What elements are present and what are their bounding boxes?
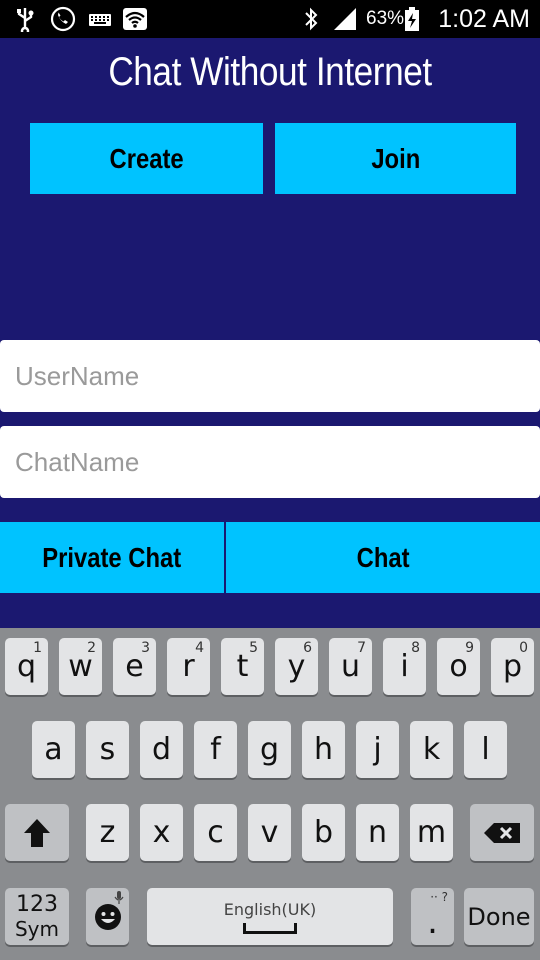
key-w[interactable]: w2 — [59, 638, 102, 695]
key-c[interactable]: c — [194, 804, 237, 861]
key-label: c — [207, 815, 224, 850]
key-label: z — [99, 815, 116, 850]
key-sub-label: ·· ? — [430, 890, 448, 904]
space-key[interactable]: English(UK) — [147, 888, 393, 945]
key-label: . — [427, 901, 438, 942]
key-p[interactable]: p0 — [491, 638, 534, 695]
wifi-icon — [123, 8, 147, 30]
key-label: s — [99, 732, 116, 767]
battery-charging-icon — [405, 7, 419, 31]
symbols-key[interactable]: 123 Sym — [5, 888, 69, 945]
space-icon — [243, 922, 297, 934]
join-button[interactable]: Join — [275, 123, 516, 194]
key-m[interactable]: m — [410, 804, 453, 861]
symbols-key-top: 123 — [16, 891, 58, 917]
key-sub-label: 5 — [249, 640, 258, 656]
private-chat-button-label: Private Chat — [42, 541, 182, 573]
key-k[interactable]: k — [410, 721, 453, 778]
key-label: l — [481, 732, 490, 767]
create-button[interactable]: Create — [30, 123, 263, 194]
key-label: i — [400, 649, 409, 684]
signal-icon — [334, 8, 356, 30]
key-o[interactable]: o9 — [437, 638, 480, 695]
key-label: j — [373, 732, 382, 767]
join-button-label: Join — [371, 142, 420, 174]
key-v[interactable]: v — [248, 804, 291, 861]
period-key[interactable]: . ·· ? — [411, 888, 454, 945]
key-i[interactable]: i8 — [383, 638, 426, 695]
key-y[interactable]: y6 — [275, 638, 318, 695]
key-label: b — [313, 815, 334, 850]
key-b[interactable]: b — [302, 804, 345, 861]
key-sub-label: 2 — [87, 640, 96, 656]
done-key[interactable]: Done — [464, 888, 534, 945]
key-t[interactable]: t5 — [221, 638, 264, 695]
backspace-key[interactable] — [470, 804, 534, 861]
app-title: Chat Without Internet — [108, 50, 432, 94]
key-sub-label: 0 — [519, 640, 528, 656]
key-s[interactable]: s — [86, 721, 129, 778]
key-sub-label: 8 — [411, 640, 420, 656]
key-label: v — [260, 815, 279, 850]
microphone-icon — [114, 891, 124, 904]
key-label: d — [151, 732, 172, 767]
done-key-label: Done — [467, 902, 531, 931]
key-f[interactable]: f — [194, 721, 237, 778]
key-label: t — [236, 649, 249, 684]
private-chat-button[interactable]: Private Chat — [0, 522, 224, 593]
username-input[interactable] — [0, 340, 540, 412]
status-bar: 63% 1:02 AM — [0, 0, 540, 38]
key-label: x — [152, 815, 171, 850]
key-label: k — [422, 732, 441, 767]
key-sub-label: 9 — [465, 640, 474, 656]
space-key-label: English(UK) — [223, 899, 317, 919]
key-x[interactable]: x — [140, 804, 183, 861]
keyboard-icon — [89, 14, 111, 26]
key-u[interactable]: u7 — [329, 638, 372, 695]
battery-percentage: 63% — [366, 8, 405, 29]
call-icon — [50, 6, 76, 32]
key-sub-label: 3 — [141, 640, 150, 656]
key-n[interactable]: n — [356, 804, 399, 861]
bluetooth-icon — [305, 7, 318, 31]
emoji-key[interactable] — [86, 888, 129, 945]
key-j[interactable]: j — [356, 721, 399, 778]
create-button-label: Create — [109, 142, 184, 174]
clock: 1:02 AM — [438, 5, 530, 33]
emoji-icon — [94, 903, 121, 930]
key-l[interactable]: l — [464, 721, 507, 778]
key-label: f — [210, 732, 221, 767]
chat-button-label: Chat — [356, 541, 410, 573]
usb-icon — [17, 8, 34, 32]
key-sub-label: 4 — [195, 640, 204, 656]
key-sub-label: 7 — [357, 640, 366, 656]
key-label: r — [182, 649, 195, 684]
screen: 63% 1:02 AM Chat Without Internet Create… — [0, 0, 540, 960]
key-label: n — [367, 815, 387, 850]
key-z[interactable]: z — [86, 804, 129, 861]
chatname-input[interactable] — [0, 426, 540, 498]
key-g[interactable]: g — [248, 721, 291, 778]
key-label: h — [313, 732, 333, 767]
key-e[interactable]: e3 — [113, 638, 156, 695]
symbols-key-bottom: Sym — [14, 916, 59, 941]
chat-button[interactable]: Chat — [226, 522, 540, 593]
key-q[interactable]: q1 — [5, 638, 48, 695]
key-sub-label: 6 — [303, 640, 312, 656]
key-sub-label: 1 — [33, 640, 42, 656]
key-r[interactable]: r4 — [167, 638, 210, 695]
key-label: m — [416, 815, 447, 850]
key-a[interactable]: a — [32, 721, 75, 778]
keyboard: q1 w2 e3 r4 t5 y6 u7 i8 o9 p0 a s d f g … — [0, 628, 540, 960]
backspace-icon — [484, 822, 520, 843]
shift-arrow-icon — [24, 818, 50, 847]
key-h[interactable]: h — [302, 721, 345, 778]
key-d[interactable]: d — [140, 721, 183, 778]
key-label: g — [259, 732, 280, 767]
key-label: a — [44, 732, 63, 767]
shift-key[interactable] — [5, 804, 69, 861]
